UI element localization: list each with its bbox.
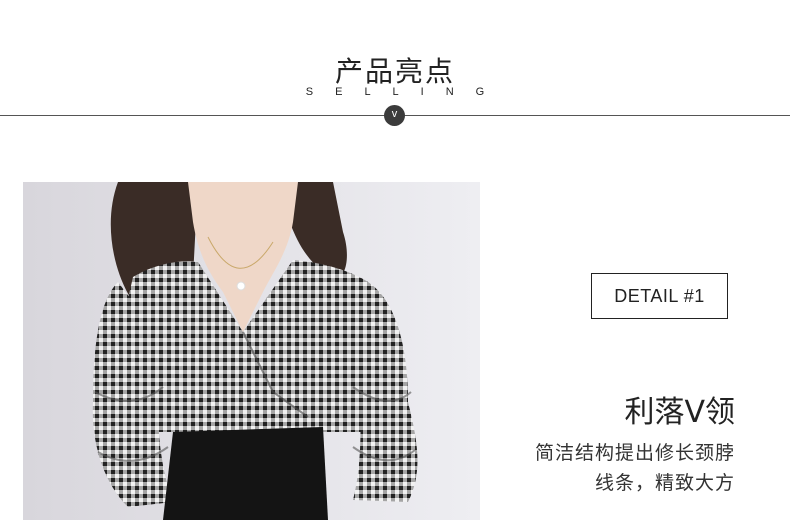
detail-tag: DETAIL #1 — [591, 273, 728, 319]
section-subtitle: SELLING — [305, 86, 507, 98]
feature-description-line: 线条，精致大方 — [594, 472, 735, 494]
section-title: 产品亮点 — [334, 55, 455, 88]
feature-description-line: 简洁结构提出修长颈脖 — [534, 442, 735, 464]
chevron-down-icon: v — [384, 105, 405, 126]
feature-title: 利落V领 — [624, 395, 735, 430]
product-image — [23, 182, 480, 520]
